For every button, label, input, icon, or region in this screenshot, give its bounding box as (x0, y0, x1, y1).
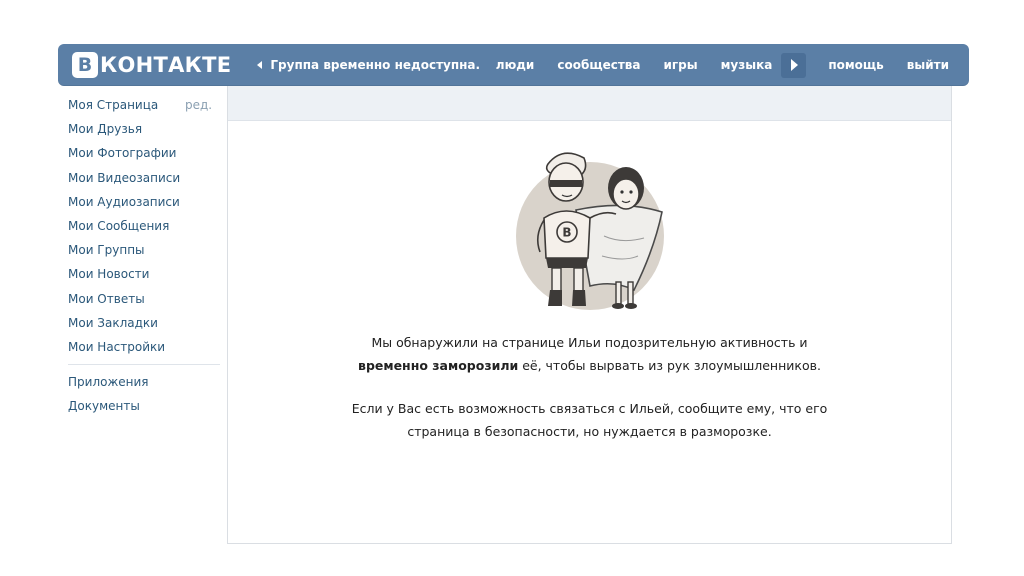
music-play-button[interactable] (781, 52, 807, 78)
logo-text: КОНТАКТЕ (100, 53, 232, 77)
nav-music[interactable]: музыка (721, 58, 773, 72)
left-sidebar: Моя Страница ред. Мои Друзья Мои Фотогра… (68, 96, 220, 421)
sidebar-item-label: Мои Друзья (68, 122, 143, 137)
sidebar-item-my-page[interactable]: Моя Страница ред. (68, 96, 218, 120)
sidebar-item-label: Мои Ответы (68, 291, 145, 306)
sidebar-item-settings[interactable]: Мои Настройки (68, 338, 218, 362)
nav-games[interactable]: игры (664, 58, 698, 72)
sidebar-item-label: Мои Закладки (68, 315, 158, 330)
message-line-3: Если у Вас есть возможность связаться с … (351, 401, 828, 416)
sidebar-item-label: Мои Видеозаписи (68, 170, 181, 185)
sidebar-item-label: Приложения (68, 375, 149, 390)
sidebar-item-news[interactable]: Мои Новости (68, 265, 218, 289)
sidebar-item-label: Мои Фотографии (68, 146, 177, 161)
message-bold: временно заморозили (358, 358, 519, 373)
logo-mark: В (72, 52, 98, 78)
svg-text:B: B (562, 226, 571, 240)
vk-logo[interactable]: В КОНТАКТЕ (72, 52, 231, 78)
sidebar-item-audio[interactable]: Мои Аудиозаписи (68, 193, 218, 217)
sidebar-item-messages[interactable]: Мои Сообщения (68, 217, 218, 241)
message-line-4: страница в безопасности, но нуждается в … (407, 424, 772, 439)
arrow-left-icon (257, 61, 263, 69)
sidebar-item-groups[interactable]: Мои Группы (68, 241, 218, 265)
sidebar-item-label: Мои Новости (68, 267, 150, 282)
message-line-1: Мы обнаружили на странице Ильи подозрите… (371, 335, 808, 350)
panel-header-strip (228, 86, 951, 121)
sidebar-item-label: Мои Настройки (68, 339, 166, 354)
nav-help[interactable]: помощь (828, 58, 883, 72)
sidebar-item-apps[interactable]: Приложения (68, 373, 218, 397)
sidebar-item-label: Мои Группы (68, 243, 145, 258)
message-rest: её, чтобы вырвать из рук злоумышленников… (518, 358, 821, 373)
sidebar-item-label: Моя Страница (68, 98, 159, 112)
sidebar-item-friends[interactable]: Мои Друзья (68, 120, 218, 144)
top-nav: люди сообщества игры музыка помощь выйти (496, 44, 969, 86)
main-panel: B Мы обнаружили на странице Ильи подозри… (227, 86, 952, 544)
sidebar-item-label: Документы (68, 399, 140, 414)
sidebar-item-label: Мои Аудиозаписи (68, 194, 180, 209)
sidebar-item-bookmarks[interactable]: Мои Закладки (68, 314, 218, 338)
play-icon (791, 59, 799, 71)
nav-communities[interactable]: сообщества (557, 58, 640, 72)
top-header: В КОНТАКТЕ Группа временно недоступна. л… (58, 44, 969, 86)
message-line-2: временно заморозили её, чтобы вырвать из… (228, 355, 951, 377)
sidebar-item-label: Мои Сообщения (68, 218, 170, 233)
back-link[interactable]: Группа временно недоступна. (257, 58, 480, 72)
sidebar-item-photos[interactable]: Мои Фотографии (68, 144, 218, 168)
sidebar-item-answers[interactable]: Мои Ответы (68, 290, 218, 314)
sidebar-item-videos[interactable]: Мои Видеозаписи (68, 169, 218, 193)
back-link-label: Группа временно недоступна. (270, 58, 481, 72)
nav-logout[interactable]: выйти (907, 58, 949, 72)
nav-people[interactable]: люди (496, 58, 535, 72)
sidebar-item-documents[interactable]: Документы (68, 397, 218, 421)
edit-link[interactable]: ред. (185, 96, 212, 114)
sidebar-divider (68, 364, 220, 366)
superhero-illustration: B (516, 152, 664, 310)
